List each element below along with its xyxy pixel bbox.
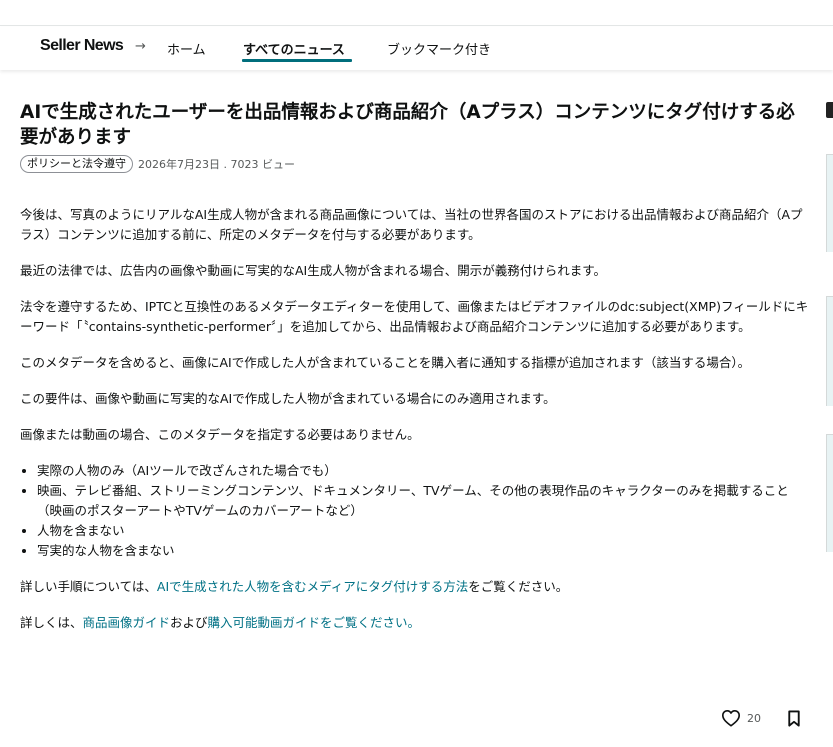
product-image-guide-link[interactable]: 商品画像ガイド: [83, 615, 171, 630]
top-strip: [0, 0, 833, 26]
paragraph: 今後は、写真のようにリアルなAI生成人物が含まれる商品画像については、当社の世界…: [20, 207, 803, 242]
date-and-views: 2026年7月23日 . 7023 ビュー: [138, 158, 295, 171]
article: AIで生成されたユーザーを出品情報および商品紹介（Aプラス）コンテンツにタグ付け…: [20, 100, 812, 649]
more-info-paragraph: 詳しくは、商品画像ガイドおよび購入可能動画ガイドをご覧ください。: [20, 613, 812, 633]
list-item: 映画、テレビ番組、ストリーミングコンテンツ、ドキュメンタリー、TVゲーム、その他…: [37, 481, 812, 521]
article-meta: ポリシーと法令遵守 2026年7月23日 . 7023 ビュー: [20, 154, 812, 174]
list-item: 写実的な人物を含まない: [37, 541, 812, 561]
paragraph: この要件は、画像や動画に写実的なAIで作成した人物が含まれている場合にのみ適用さ…: [20, 391, 556, 406]
article-body: 今後は、写真のようにリアルなAI生成人物が含まれる商品画像については、当社の世界…: [20, 205, 812, 633]
instructions-suffix: をご覧ください。: [468, 579, 569, 594]
sidebar-heading-fragment: [826, 102, 833, 118]
instructions-prefix: 詳しい手順については、: [20, 579, 157, 594]
nav-bookmarked-link[interactable]: ブックマーク付き: [387, 39, 491, 58]
bookmark-icon[interactable]: [787, 709, 801, 727]
tagging-guide-link[interactable]: AIで生成された人物を含むメディアにタグ付けする方法: [157, 579, 468, 594]
nav-home-link[interactable]: ホーム: [167, 39, 206, 58]
article-title: AIで生成されたユーザーを出品情報および商品紹介（Aプラス）コンテンツにタグ付け…: [20, 102, 795, 148]
active-tab-indicator: [242, 59, 352, 62]
nav-all-news-tab[interactable]: すべてのニュース: [243, 39, 345, 58]
arrow-right-icon: →: [135, 39, 146, 54]
category-badge[interactable]: ポリシーと法令遵守: [20, 155, 133, 173]
sidebar-card[interactable]: [826, 154, 833, 252]
paragraph: 最近の法律では、広告内の画像や動画に写実的なAI生成人物が含まれる場合、開示が義…: [20, 263, 606, 278]
sidebar-card[interactable]: [826, 434, 833, 552]
heart-icon[interactable]: [721, 709, 741, 727]
exemption-list: 実際の人物のみ（AIツールで改ざんされた場合でも） 映画、テレビ番組、ストリーミ…: [20, 461, 812, 561]
more-prefix: 詳しくは、: [20, 615, 83, 630]
instructions-paragraph: 詳しい手順については、AIで生成された人物を含むメディアにタグ付けする方法をご覧…: [20, 577, 812, 597]
list-item: 実際の人物のみ（AIツールで改ざんされた場合でも）: [37, 461, 812, 481]
top-navigation: Seller News → ホーム すべてのニュース ブックマーク付き: [0, 27, 833, 70]
shoppable-video-guide-link[interactable]: 購入可能動画ガイドをご覧ください。: [208, 615, 421, 630]
article-actions: 20: [721, 706, 801, 730]
sidebar-card[interactable]: [826, 296, 833, 406]
more-middle: および: [170, 615, 208, 630]
paragraph: 画像または動画の場合、このメタデータを指定する必要はありません。: [20, 427, 420, 442]
paragraph: 法令を遵守するため、IPTCと互換性のあるメタデータエディターを使用して、画像ま…: [20, 299, 809, 334]
seller-news-logo[interactable]: Seller News: [40, 37, 124, 55]
right-sidebar-edge: [826, 96, 833, 747]
list-item: 人物を含まない: [37, 521, 812, 541]
like-count: 20: [747, 711, 761, 725]
paragraph: このメタデータを含めると、画像にAIで作成した人が含まれていることを購入者に通知…: [20, 355, 751, 370]
